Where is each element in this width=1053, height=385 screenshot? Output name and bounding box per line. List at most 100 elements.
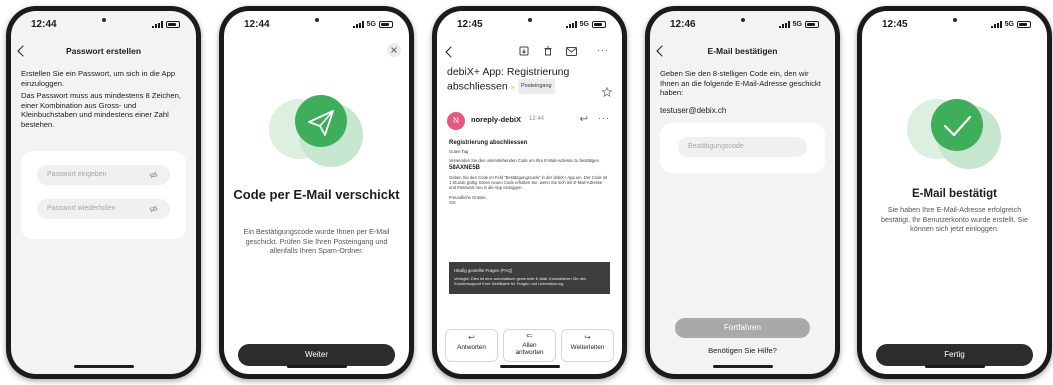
intro-text: Erstellen Sie ein Passwort, um sich in d… bbox=[21, 69, 176, 88]
status-time: 12:45 bbox=[882, 18, 908, 30]
battery-icon bbox=[379, 20, 393, 28]
battery-icon bbox=[805, 20, 819, 28]
forward-button[interactable]: ↪ Weiterleiten bbox=[561, 329, 614, 362]
home-indicator bbox=[286, 365, 347, 368]
navbar: Passwort erstellen bbox=[11, 41, 196, 61]
back-chevron-icon[interactable] bbox=[445, 46, 457, 58]
phone-mail-view: 12:45 5G ··· debiX+ App: Registrierung a… bbox=[432, 6, 627, 379]
mail-body: Registrierung abschliessen Guten Tag Ver… bbox=[449, 140, 610, 206]
page-title: Passwort erstellen bbox=[65, 46, 142, 56]
mail-signature: SIX bbox=[449, 200, 456, 206]
forward-label: Weiterleiten bbox=[570, 344, 605, 351]
status-bar: 12:45 5G bbox=[437, 11, 622, 37]
reply-button[interactable]: ↩ Antworten bbox=[445, 329, 498, 362]
status-bar: 12:46 5G bbox=[650, 11, 835, 37]
screen: 12:44 Passwort erstellen Erstellen Sie e… bbox=[11, 11, 196, 374]
avatar: N bbox=[447, 112, 465, 130]
password-rules-text: Das Passwort muss aus mindestens 8 Zeich… bbox=[21, 91, 181, 129]
instruction-text: Geben Sie den 8-stelligen Code ein, den … bbox=[660, 69, 821, 97]
phone-email-confirm: 12:46 5G E-Mail bestätigen Geben Sie den… bbox=[645, 6, 840, 379]
reply-label: Antworten bbox=[457, 344, 486, 351]
phone-password-create: 12:44 Passwort erstellen Erstellen Sie e… bbox=[6, 6, 201, 379]
status-bar: 12:45 5G bbox=[862, 11, 1047, 37]
screen: 12:46 5G E-Mail bestätigen Geben Sie den… bbox=[650, 11, 835, 374]
trash-icon[interactable] bbox=[543, 46, 553, 56]
code-input[interactable]: Bestätigungscode bbox=[678, 137, 807, 157]
mail-subject: debiX+ App: Registrierung abschliessen »… bbox=[447, 66, 596, 94]
status-bar: 12:44 bbox=[11, 11, 196, 37]
password-repeat-input[interactable]: Passwort wiederholen bbox=[37, 199, 170, 219]
headline: Code per E-Mail verschickt bbox=[233, 187, 400, 202]
signal-icon bbox=[990, 20, 1002, 28]
paper-plane-illustration-icon bbox=[268, 95, 363, 167]
back-chevron-icon[interactable] bbox=[17, 45, 29, 57]
code-placeholder: Bestätigungscode bbox=[688, 143, 744, 150]
eye-off-icon[interactable] bbox=[149, 205, 158, 213]
important-marker-icon: » bbox=[510, 82, 516, 92]
network-label: 5G bbox=[579, 20, 589, 28]
home-indicator bbox=[712, 365, 773, 368]
mail-icon[interactable] bbox=[566, 47, 577, 56]
network-label: 5G bbox=[792, 20, 802, 28]
screen: 12:45 5G ··· debiX+ App: Registrierung a… bbox=[437, 11, 622, 374]
mail-greeting: Guten Tag bbox=[449, 149, 469, 155]
sender-row: N noreply-debiX 12:44 ↩ ··· bbox=[447, 112, 612, 132]
description: Sie haben Ihre E-Mail-Adresse erfolgreic… bbox=[880, 205, 1029, 233]
status-time: 12:45 bbox=[457, 18, 483, 30]
phone-code-sent: 12:44 5G Code per E-Mail verschickt Ein … bbox=[219, 6, 414, 379]
back-chevron-icon[interactable] bbox=[656, 45, 668, 57]
verification-code: 58AXNE5B bbox=[449, 165, 481, 172]
reply-all-icon: ⇐ bbox=[526, 331, 533, 340]
archive-icon[interactable] bbox=[519, 46, 529, 56]
signal-icon bbox=[778, 20, 790, 28]
page-title: E-Mail bestätigen bbox=[707, 46, 778, 56]
reply-icon[interactable]: ↩ bbox=[580, 114, 588, 125]
forward-icon: ↪ bbox=[584, 333, 591, 342]
reply-all-button[interactable]: ⇐ Allen antworten bbox=[503, 329, 556, 362]
mail-toolbar: ··· bbox=[437, 45, 622, 61]
home-indicator bbox=[924, 365, 985, 368]
help-link[interactable]: Benötigen Sie Hilfe? bbox=[650, 346, 835, 355]
continue-button[interactable]: Fortfahren bbox=[675, 318, 810, 338]
more-icon[interactable]: ··· bbox=[597, 45, 609, 55]
continue-button[interactable]: Weiter bbox=[238, 344, 395, 366]
description: Ein Bestätigungscode wurde Ihnen per E-M… bbox=[243, 227, 390, 255]
navbar: E-Mail bestätigen bbox=[650, 41, 835, 61]
email-address: testuser@debix.ch bbox=[660, 106, 727, 115]
checkmark-illustration-icon bbox=[906, 99, 1001, 169]
battery-icon bbox=[1017, 20, 1031, 28]
screen: 12:45 5G E-Mail bestätigt Sie haben Ihre… bbox=[862, 11, 1047, 374]
status-icons: 5G bbox=[778, 20, 819, 28]
password-input[interactable]: Passwort eingeben bbox=[37, 165, 170, 185]
signal-icon bbox=[352, 20, 364, 28]
status-time: 12:44 bbox=[244, 18, 270, 30]
screen: 12:44 5G Code per E-Mail verschickt Ein … bbox=[224, 11, 409, 374]
home-indicator bbox=[499, 365, 560, 368]
mail-body-title: Registrierung abschliessen bbox=[449, 140, 528, 146]
status-bar: 12:44 5G bbox=[224, 11, 409, 37]
network-label: 5G bbox=[1004, 20, 1014, 28]
phone-email-confirmed: 12:45 5G E-Mail bestätigt Sie haben Ihre… bbox=[857, 6, 1052, 379]
home-indicator bbox=[73, 365, 134, 368]
headline: E-Mail bestätigt bbox=[912, 188, 997, 200]
network-label: 5G bbox=[366, 20, 376, 28]
star-icon[interactable] bbox=[602, 87, 612, 97]
sender-name: noreply-debiX bbox=[471, 115, 522, 124]
signal-icon bbox=[565, 20, 577, 28]
close-icon[interactable] bbox=[387, 43, 401, 57]
status-time: 12:46 bbox=[670, 18, 696, 30]
status-icons: 5G bbox=[352, 20, 393, 28]
code-card: Bestätigungscode bbox=[660, 123, 825, 173]
mail-actions: ↩ Antworten ⇐ Allen antworten ↪ Weiterleite… bbox=[445, 329, 614, 362]
mail-line-1: Verwenden Sie den untenstehenden Code um… bbox=[449, 157, 599, 163]
password-placeholder: Passwort eingeben bbox=[47, 171, 107, 178]
mail-line-2: Geben Sie den Code im Feld "Bestätigungs… bbox=[449, 174, 608, 191]
faq-title[interactable]: Häufig gestellte Fragen (FAQ) bbox=[454, 268, 605, 273]
battery-icon bbox=[592, 20, 606, 28]
done-button[interactable]: Fertig bbox=[876, 344, 1033, 366]
inbox-tag[interactable]: Posteingang bbox=[518, 79, 555, 94]
eye-off-icon[interactable] bbox=[149, 171, 158, 179]
status-icons bbox=[152, 20, 180, 28]
more-icon[interactable]: ··· bbox=[598, 113, 610, 123]
status-time: 12:44 bbox=[31, 18, 57, 30]
